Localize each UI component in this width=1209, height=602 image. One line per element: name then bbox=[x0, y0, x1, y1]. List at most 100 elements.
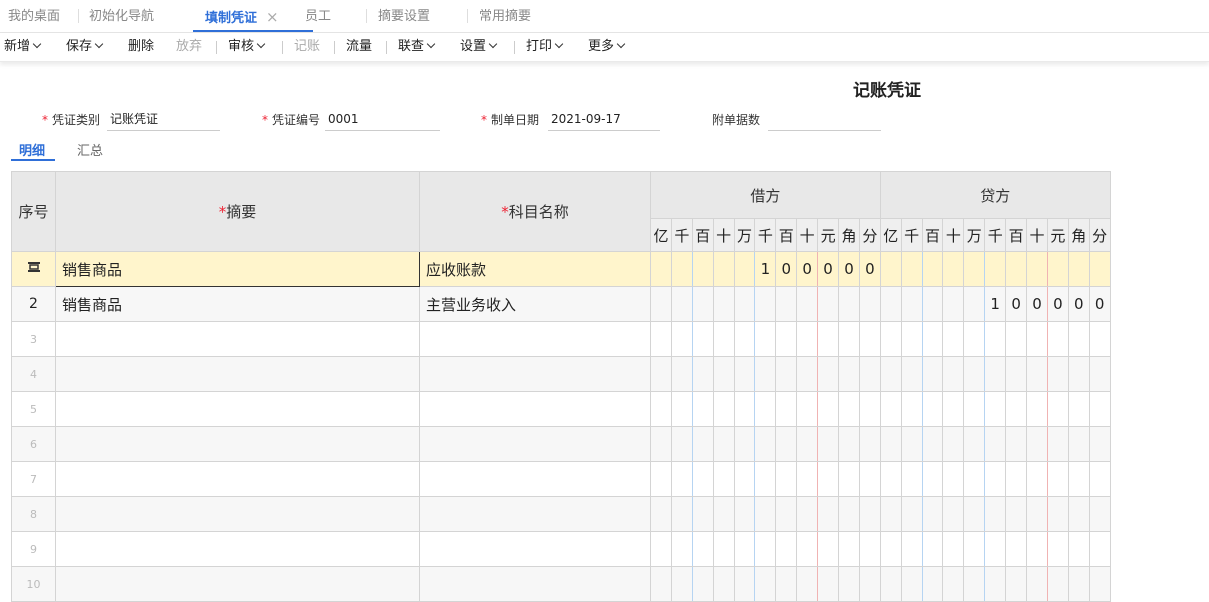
account-cell[interactable] bbox=[419, 426, 651, 462]
debit-digit-cell[interactable] bbox=[754, 391, 777, 427]
debit-digit-cell[interactable] bbox=[650, 321, 672, 357]
credit-digit-cell[interactable] bbox=[963, 496, 986, 532]
summary-cell[interactable] bbox=[55, 321, 420, 357]
credit-digit-cell[interactable] bbox=[984, 356, 1007, 392]
credit-digit-cell[interactable] bbox=[921, 356, 944, 392]
debit-digit-cell[interactable] bbox=[817, 566, 840, 602]
credit-digit-cell[interactable] bbox=[1005, 496, 1028, 532]
summary-cell[interactable]: 销售商品 bbox=[55, 286, 420, 322]
credit-digit-cell[interactable] bbox=[942, 461, 965, 497]
debit-digit-cell[interactable] bbox=[670, 391, 693, 427]
discard-button[interactable]: 放弃 bbox=[176, 33, 202, 61]
debit-digit-cell[interactable] bbox=[754, 566, 777, 602]
credit-digit-cell[interactable]: 1 bbox=[984, 286, 1007, 322]
debit-digit-cell[interactable] bbox=[796, 566, 819, 602]
tab-summary-settings[interactable]: 摘要设置 bbox=[378, 0, 430, 32]
account-cell[interactable] bbox=[419, 496, 651, 532]
credit-digit-cell[interactable] bbox=[984, 531, 1007, 567]
summary-cell[interactable]: 销售商品 bbox=[55, 251, 420, 287]
credit-digit-cell[interactable] bbox=[879, 251, 902, 287]
debit-digit-cell[interactable] bbox=[817, 356, 840, 392]
debit-digit-cell[interactable] bbox=[754, 286, 777, 322]
table-row[interactable]: 7 bbox=[11, 461, 1111, 497]
tab-employee[interactable]: 员工 bbox=[305, 0, 331, 32]
credit-digit-cell[interactable] bbox=[984, 251, 1007, 287]
credit-digit-cell[interactable] bbox=[1005, 391, 1028, 427]
link-query-button[interactable]: 联查 bbox=[398, 33, 436, 61]
table-row[interactable]: 8 bbox=[11, 496, 1111, 532]
credit-digit-cell[interactable] bbox=[1005, 321, 1028, 357]
debit-digit-cell[interactable] bbox=[733, 286, 756, 322]
debit-digit-cell[interactable] bbox=[775, 321, 798, 357]
credit-digit-cell[interactable] bbox=[1026, 251, 1048, 287]
debit-digit-cell[interactable] bbox=[712, 321, 735, 357]
credit-digit-cell[interactable] bbox=[900, 461, 923, 497]
tab-init-guide[interactable]: 初始化导航 bbox=[89, 0, 154, 32]
credit-digit-cell[interactable] bbox=[1005, 566, 1028, 602]
debit-digit-cell[interactable] bbox=[796, 461, 819, 497]
tab-common-summary[interactable]: 常用摘要 bbox=[479, 0, 531, 32]
credit-digit-cell[interactable] bbox=[984, 496, 1007, 532]
debit-digit-cell[interactable] bbox=[796, 531, 819, 567]
debit-digit-cell[interactable] bbox=[733, 566, 756, 602]
debit-digit-cell[interactable] bbox=[775, 496, 798, 532]
credit-digit-cell[interactable] bbox=[900, 391, 923, 427]
debit-digit-cell[interactable] bbox=[817, 496, 840, 532]
debit-digit-cell[interactable] bbox=[691, 426, 714, 462]
table-row[interactable]: 3 bbox=[11, 321, 1111, 357]
debit-digit-cell[interactable]: 1 bbox=[754, 251, 777, 287]
debit-digit-cell[interactable] bbox=[796, 496, 819, 532]
credit-digit-cell[interactable] bbox=[963, 321, 986, 357]
credit-digit-cell[interactable] bbox=[942, 426, 965, 462]
voucher-date-field[interactable]: 2021-09-17 bbox=[548, 111, 660, 131]
debit-digit-cell[interactable] bbox=[650, 496, 672, 532]
debit-digit-cell[interactable] bbox=[691, 286, 714, 322]
credit-digit-cell[interactable] bbox=[900, 356, 923, 392]
debit-digit-cell[interactable] bbox=[754, 496, 777, 532]
credit-digit-cell[interactable] bbox=[963, 286, 986, 322]
credit-digit-cell[interactable] bbox=[1005, 251, 1028, 287]
credit-digit-cell[interactable] bbox=[1088, 391, 1111, 427]
credit-digit-cell[interactable] bbox=[1088, 426, 1111, 462]
debit-digit-cell[interactable] bbox=[858, 566, 881, 602]
debit-digit-cell[interactable] bbox=[650, 566, 672, 602]
debit-digit-cell[interactable] bbox=[712, 391, 735, 427]
account-cell[interactable] bbox=[419, 391, 651, 427]
credit-digit-cell[interactable] bbox=[1026, 391, 1048, 427]
debit-digit-cell[interactable] bbox=[754, 356, 777, 392]
credit-digit-cell[interactable] bbox=[900, 251, 923, 287]
debit-digit-cell[interactable] bbox=[733, 321, 756, 357]
table-row[interactable]: 5 bbox=[11, 391, 1111, 427]
debit-digit-cell[interactable] bbox=[817, 286, 840, 322]
debit-digit-cell[interactable] bbox=[670, 426, 693, 462]
debit-digit-cell[interactable] bbox=[838, 461, 860, 497]
table-row[interactable]: 4 bbox=[11, 356, 1111, 392]
debit-digit-cell[interactable] bbox=[817, 426, 840, 462]
debit-digit-cell[interactable] bbox=[858, 321, 881, 357]
tab-desktop[interactable]: 我的桌面 bbox=[8, 0, 60, 32]
debit-digit-cell[interactable] bbox=[838, 356, 860, 392]
credit-digit-cell[interactable] bbox=[900, 286, 923, 322]
credit-digit-cell[interactable] bbox=[879, 496, 902, 532]
debit-digit-cell[interactable] bbox=[733, 461, 756, 497]
delete-button[interactable]: 删除 bbox=[128, 33, 154, 61]
debit-digit-cell[interactable] bbox=[691, 461, 714, 497]
credit-digit-cell[interactable] bbox=[1026, 461, 1048, 497]
debit-digit-cell[interactable] bbox=[858, 461, 881, 497]
summary-cell[interactable] bbox=[55, 531, 420, 567]
debit-digit-cell[interactable] bbox=[650, 426, 672, 462]
debit-digit-cell[interactable] bbox=[775, 391, 798, 427]
debit-digit-cell[interactable] bbox=[838, 531, 860, 567]
debit-digit-cell[interactable] bbox=[691, 566, 714, 602]
credit-digit-cell[interactable] bbox=[1067, 251, 1090, 287]
settings-button[interactable]: 设置 bbox=[460, 33, 498, 61]
credit-digit-cell[interactable] bbox=[963, 426, 986, 462]
credit-digit-cell[interactable] bbox=[1067, 566, 1090, 602]
credit-digit-cell[interactable] bbox=[879, 461, 902, 497]
credit-digit-cell[interactable]: 0 bbox=[1026, 286, 1048, 322]
debit-digit-cell[interactable] bbox=[775, 531, 798, 567]
debit-digit-cell[interactable] bbox=[733, 426, 756, 462]
debit-digit-cell[interactable] bbox=[733, 391, 756, 427]
debit-digit-cell[interactable] bbox=[754, 321, 777, 357]
voucher-number-field[interactable]: 0001 bbox=[325, 111, 440, 131]
